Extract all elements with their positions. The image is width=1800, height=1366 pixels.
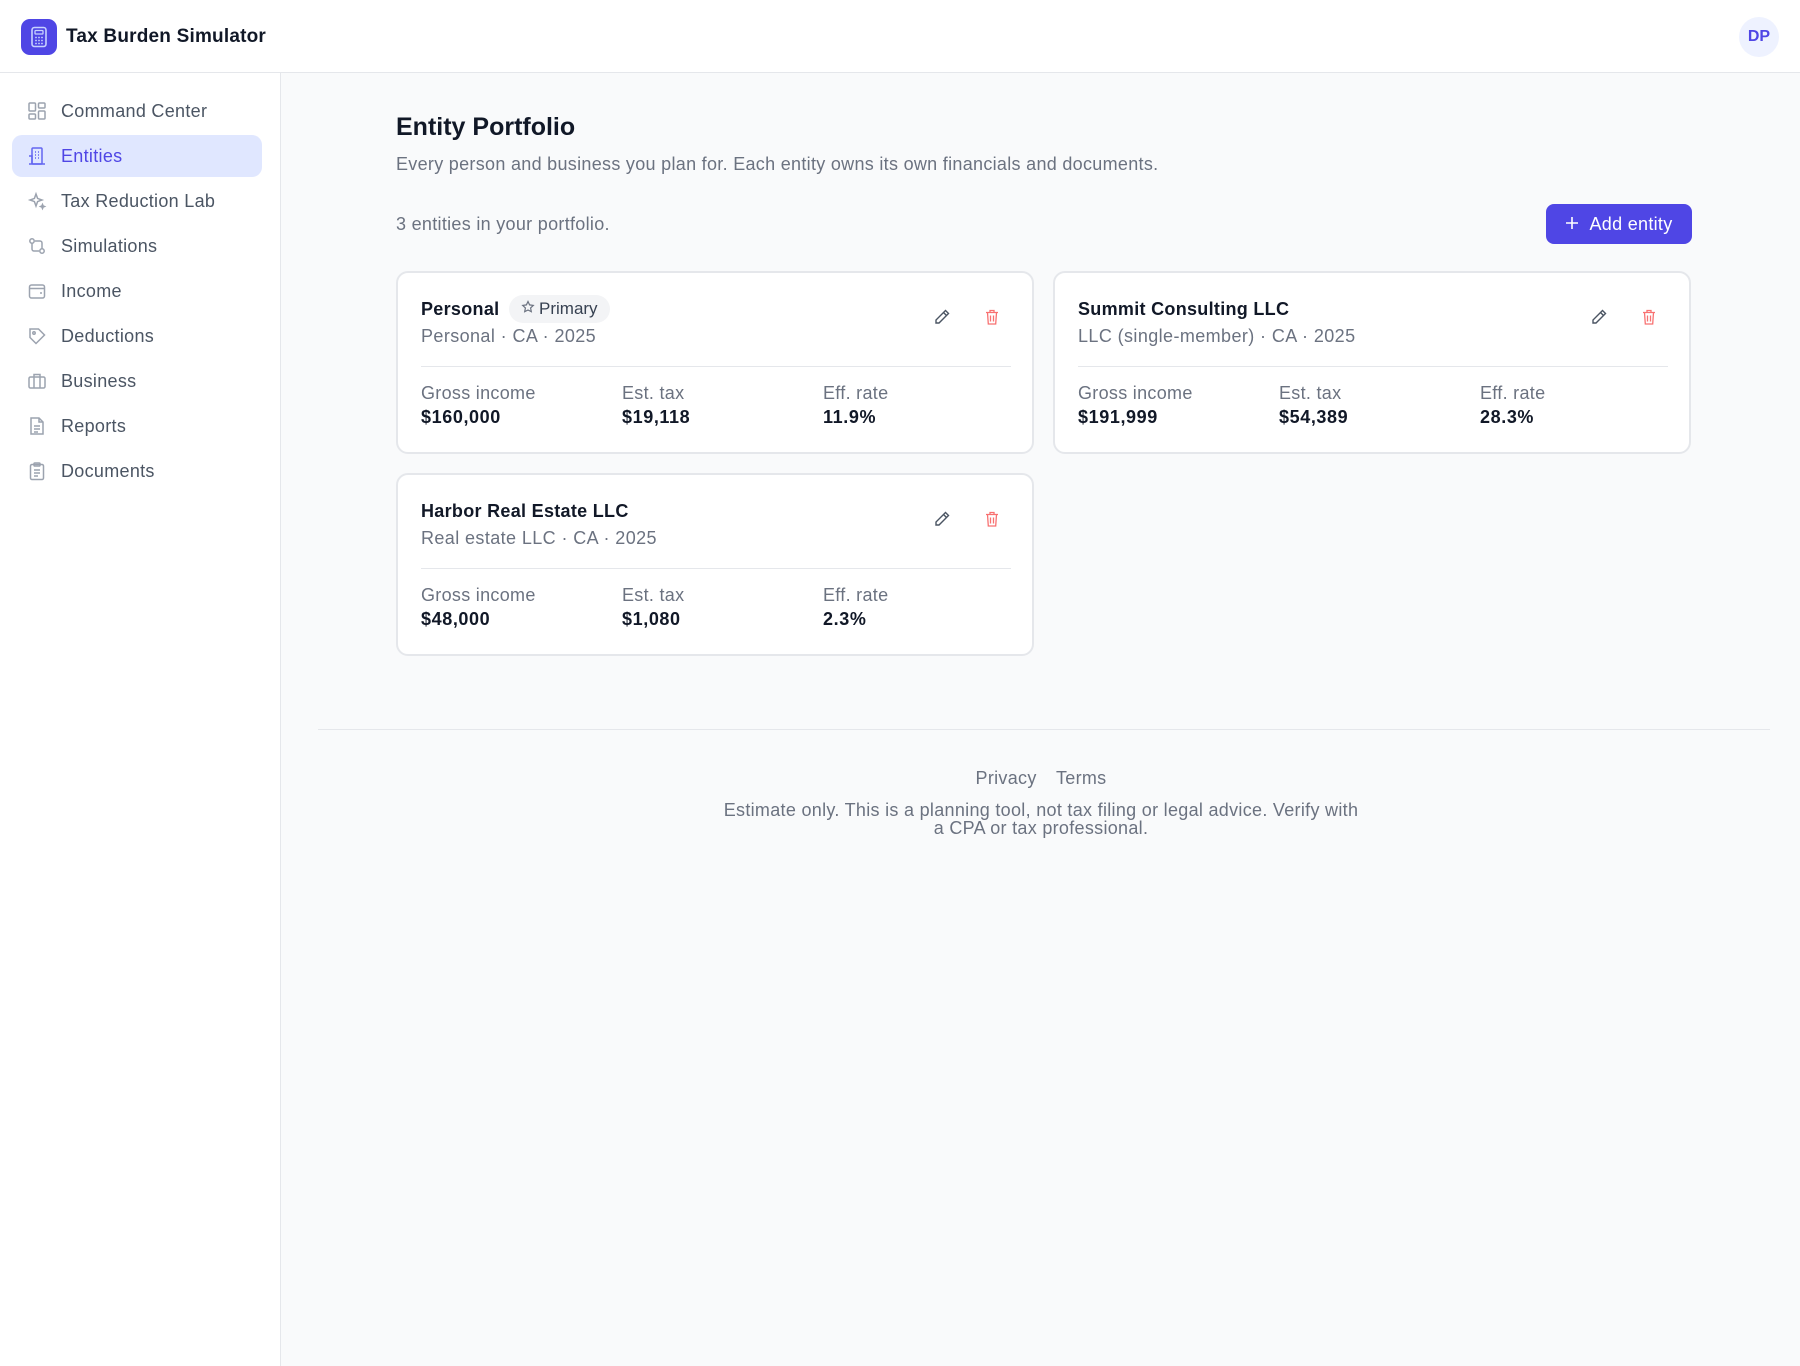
stat-label: Gross income bbox=[1078, 383, 1193, 403]
sidebar-item-label: Documents bbox=[61, 460, 155, 481]
stat-est-tax: Est. tax $54,389 bbox=[1279, 383, 1348, 428]
stat-eff-rate: Eff. rate 2.3% bbox=[823, 585, 888, 630]
stat-label: Est. tax bbox=[622, 585, 685, 605]
stat-label: Est. tax bbox=[1279, 383, 1342, 403]
stat-gross-income: Gross income $191,999 bbox=[1078, 383, 1193, 428]
terms-link[interactable]: Terms bbox=[1056, 768, 1107, 788]
plus-icon bbox=[1565, 214, 1579, 235]
page-title: Entity Portfolio bbox=[396, 113, 576, 141]
calculator-icon bbox=[21, 19, 57, 55]
building-icon bbox=[26, 145, 48, 167]
sidebar-item-label: Deductions bbox=[61, 325, 155, 346]
sidebar-item-label: Business bbox=[61, 370, 137, 391]
app-title: Tax Burden Simulator bbox=[66, 26, 267, 47]
trash-icon[interactable] bbox=[981, 306, 1003, 328]
primary-badge: Primary bbox=[509, 295, 610, 323]
sidebar: Command Center Entities Tax Reduction La… bbox=[0, 73, 281, 1366]
stat-est-tax: Est. tax $1,080 bbox=[622, 585, 684, 630]
entity-card-personal[interactable]: Personal Primary Personal · CA · 2025 Gr… bbox=[396, 271, 1034, 454]
footer-divider bbox=[318, 729, 1770, 730]
sidebar-item-deductions[interactable]: Deductions bbox=[12, 315, 262, 357]
stat-value: 11.9% bbox=[823, 407, 877, 427]
sidebar-item-documents[interactable]: Documents bbox=[12, 450, 262, 492]
sidebar-item-reports[interactable]: Reports bbox=[12, 405, 262, 447]
dashboard-icon bbox=[26, 100, 48, 122]
card-divider bbox=[1078, 366, 1668, 367]
entity-name: Summit Consulting LLC bbox=[1078, 299, 1290, 319]
edit-icon[interactable] bbox=[931, 508, 953, 530]
star-icon bbox=[521, 299, 535, 319]
stat-value: $19,118 bbox=[622, 407, 691, 427]
sidebar-item-simulations[interactable]: Simulations bbox=[12, 225, 262, 267]
sidebar-item-label: Command Center bbox=[61, 100, 208, 121]
badge-label: Primary bbox=[539, 299, 598, 318]
stat-value: $160,000 bbox=[421, 407, 501, 427]
main-content: Entity Portfolio Every person and busine… bbox=[282, 73, 1800, 1366]
footer-links: Privacy Terms bbox=[282, 768, 1800, 789]
sidebar-item-tax-reduction-lab[interactable]: Tax Reduction Lab bbox=[12, 180, 262, 222]
wallet-icon bbox=[26, 280, 48, 302]
card-divider bbox=[421, 568, 1011, 569]
sidebar-item-label: Income bbox=[61, 280, 122, 301]
stat-eff-rate: Eff. rate 11.9% bbox=[823, 383, 888, 428]
page-subtitle: Every person and business you plan for. … bbox=[396, 154, 1159, 174]
sidebar-item-label: Tax Reduction Lab bbox=[61, 190, 216, 211]
disclaimer: Estimate only. This is a planning tool, … bbox=[723, 800, 1359, 838]
sidebar-item-income[interactable]: Income bbox=[12, 270, 262, 312]
entity-meta: LLC (single-member) · CA · 2025 bbox=[1078, 326, 1356, 346]
stat-label: Eff. rate bbox=[1480, 383, 1546, 403]
stat-label: Est. tax bbox=[622, 383, 685, 403]
sidebar-item-command-center[interactable]: Command Center bbox=[12, 90, 262, 132]
entity-card-harbor-real-estate[interactable]: Harbor Real Estate LLC Real estate LLC ·… bbox=[396, 473, 1034, 656]
sidebar-item-entities[interactable]: Entities bbox=[12, 135, 262, 177]
add-entity-label: Add entity bbox=[1589, 213, 1673, 234]
sidebar-item-label: Entities bbox=[61, 145, 123, 166]
entity-meta: Real estate LLC · CA · 2025 bbox=[421, 528, 657, 548]
stat-value: 28.3% bbox=[1480, 407, 1535, 427]
sidebar-item-business[interactable]: Business bbox=[12, 360, 262, 402]
privacy-link[interactable]: Privacy bbox=[976, 768, 1037, 788]
stat-gross-income: Gross income $160,000 bbox=[421, 383, 536, 428]
stat-est-tax: Est. tax $19,118 bbox=[622, 383, 690, 428]
stat-eff-rate: Eff. rate 28.3% bbox=[1480, 383, 1545, 428]
stat-value: $48,000 bbox=[421, 609, 491, 629]
trash-icon[interactable] bbox=[981, 508, 1003, 530]
entity-name: Harbor Real Estate LLC bbox=[421, 501, 629, 521]
entity-meta: Personal · CA · 2025 bbox=[421, 326, 597, 346]
edit-icon[interactable] bbox=[1588, 306, 1610, 328]
top-bar: Tax Burden Simulator DP bbox=[0, 0, 1800, 73]
card-divider bbox=[421, 366, 1011, 367]
clipboard-icon bbox=[26, 460, 48, 482]
stat-label: Eff. rate bbox=[823, 383, 889, 403]
stat-value: 2.3% bbox=[823, 609, 867, 629]
stat-gross-income: Gross income $48,000 bbox=[421, 585, 536, 630]
avatar[interactable]: DP bbox=[1739, 17, 1779, 57]
entity-name: Personal bbox=[421, 299, 500, 319]
briefcase-icon bbox=[26, 370, 48, 392]
add-entity-button[interactable]: Add entity bbox=[1546, 204, 1692, 244]
edit-icon[interactable] bbox=[931, 306, 953, 328]
sparkles-icon bbox=[26, 190, 48, 212]
entity-card-summit-consulting[interactable]: Summit Consulting LLC LLC (single-member… bbox=[1053, 271, 1691, 454]
file-text-icon bbox=[26, 415, 48, 437]
stat-value: $1,080 bbox=[622, 609, 681, 629]
tag-icon bbox=[26, 325, 48, 347]
stat-value: $54,389 bbox=[1279, 407, 1349, 427]
sidebar-item-label: Simulations bbox=[61, 235, 158, 256]
stat-label: Gross income bbox=[421, 585, 536, 605]
stat-label: Gross income bbox=[421, 383, 536, 403]
stat-value: $191,999 bbox=[1078, 407, 1158, 427]
git-compare-icon bbox=[26, 235, 48, 257]
entity-count: 3 entities in your portfolio. bbox=[396, 214, 610, 234]
trash-icon[interactable] bbox=[1638, 306, 1660, 328]
sidebar-item-label: Reports bbox=[61, 415, 127, 436]
stat-label: Eff. rate bbox=[823, 585, 889, 605]
